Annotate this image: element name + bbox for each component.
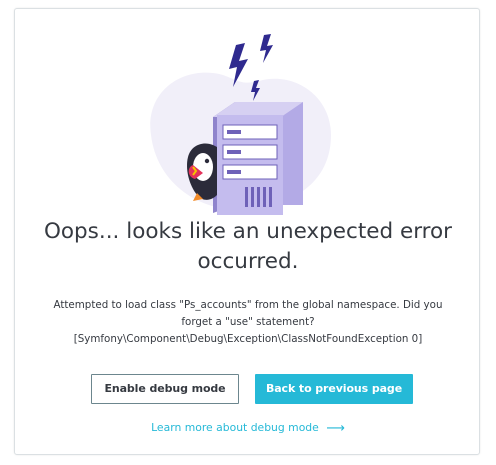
error-message-line-2: forget a "use" statement? <box>181 316 315 328</box>
learn-more-debug-link[interactable]: Learn more about debug mode ⟶ <box>15 419 481 438</box>
back-to-previous-page-button[interactable]: Back to previous page <box>255 374 413 404</box>
error-message: Attempted to load class "Ps_accounts" fr… <box>15 297 481 348</box>
error-title-line-1: Oops... looks like an unexpected error <box>43 219 453 244</box>
error-card: Oops... looks like an unexpected error o… <box>14 8 480 455</box>
error-message-line-3: [Symfony\Component\Debug\Exception\Class… <box>73 333 423 345</box>
learn-more-debug-label[interactable]: Learn more about debug mode <box>151 421 319 434</box>
error-illustration <box>150 34 331 215</box>
server-icon <box>213 102 303 215</box>
error-message-line-1: Attempted to load class "Ps_accounts" fr… <box>53 299 443 311</box>
enable-debug-mode-button[interactable]: Enable debug mode <box>91 374 239 404</box>
arrow-right-icon[interactable]: ⟶ <box>326 420 345 438</box>
error-title-line-2: occurred. <box>197 249 299 274</box>
error-title: Oops... looks like an unexpected error o… <box>15 217 481 277</box>
